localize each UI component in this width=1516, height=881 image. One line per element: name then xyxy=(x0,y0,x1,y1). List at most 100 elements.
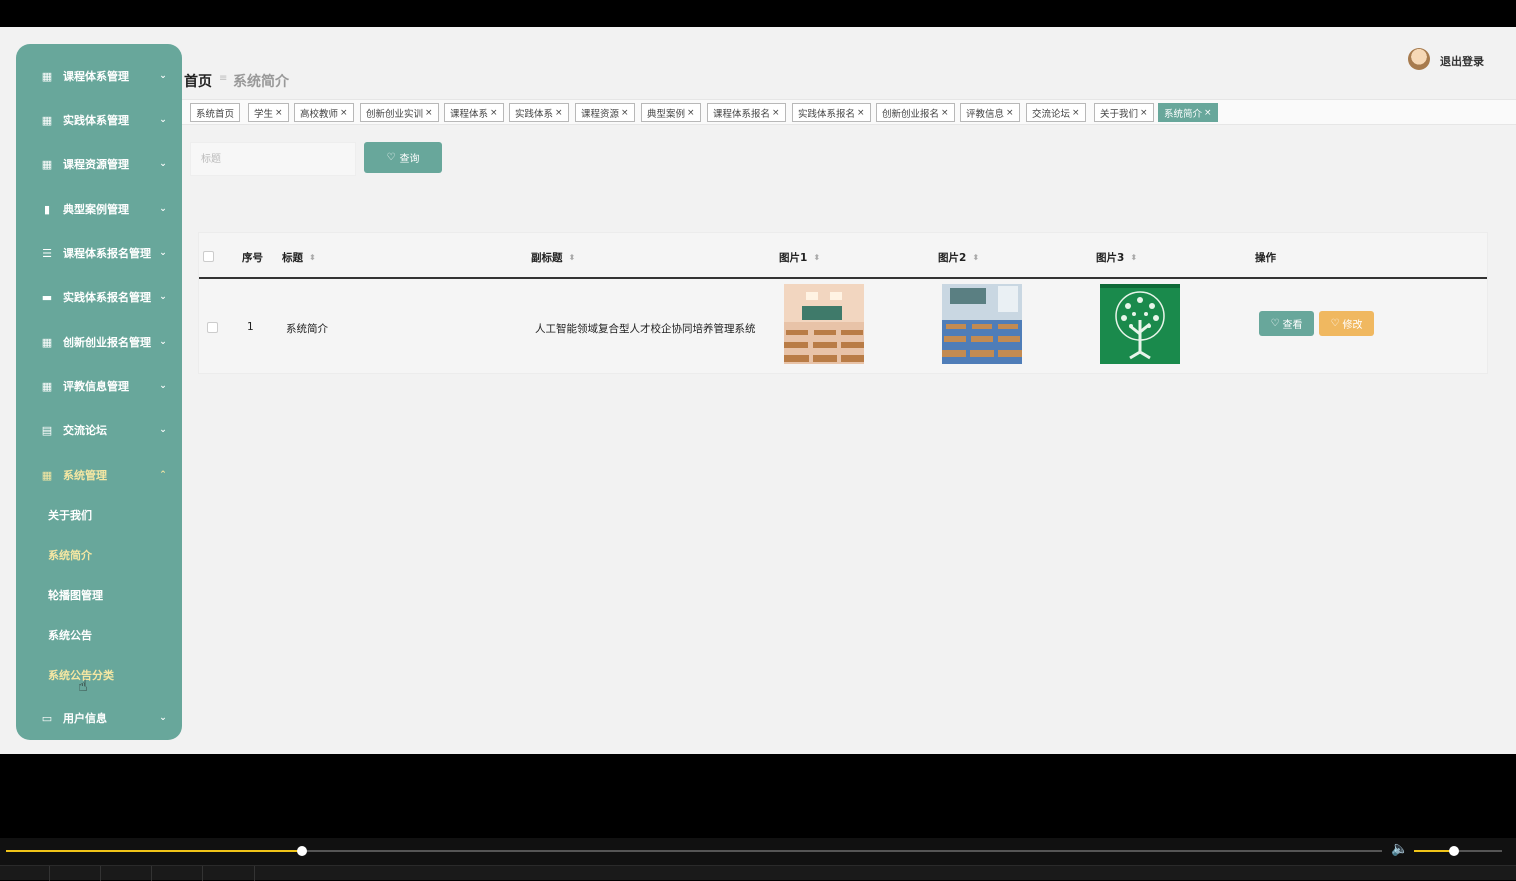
tab-label: 评教信息 xyxy=(966,108,1005,120)
chevron-down-icon: ⌄ xyxy=(159,71,167,81)
sidebar-subitem-2[interactable]: 系统简介 xyxy=(16,542,182,568)
tab-15[interactable]: 系统简介 × xyxy=(1158,103,1218,122)
view-button[interactable]: ♡ 查看 xyxy=(1259,311,1314,336)
close-icon[interactable]: × xyxy=(490,108,498,118)
breadcrumb-home[interactable]: 首页 xyxy=(184,71,212,91)
row-checkbox[interactable] xyxy=(207,322,218,333)
seek-bar[interactable] xyxy=(6,846,1382,856)
classroom-blue-image[interactable] xyxy=(942,284,1022,364)
tab-6[interactable]: 实践体系 × xyxy=(509,103,569,122)
close-icon[interactable]: × xyxy=(687,108,695,118)
avatar[interactable] xyxy=(1408,48,1430,70)
close-icon[interactable]: × xyxy=(621,108,629,118)
close-icon[interactable]: × xyxy=(941,108,949,118)
sidebar-item-label: 系统管理 xyxy=(63,469,107,482)
sidebar-item-label: 创新创业报名管理 xyxy=(63,336,151,349)
tab-12[interactable]: 评教信息 × xyxy=(960,103,1020,122)
tab-3[interactable]: 高校教师 × xyxy=(294,103,354,122)
tab-8[interactable]: 典型案例 × xyxy=(641,103,701,122)
logout-button[interactable]: 退出登录 xyxy=(1440,53,1484,69)
sidebar-item-9[interactable]: ▤ 交流论坛 ⌄ xyxy=(16,415,182,445)
sidebar-subitem-4[interactable]: 系统公告 xyxy=(16,622,182,648)
sidebar-item-4[interactable]: ▮ 典型案例管理 ⌄ xyxy=(16,194,182,224)
tab-1[interactable]: 系统首页 xyxy=(190,103,241,122)
tab-label: 实践体系 xyxy=(515,108,554,120)
sidebar-item-8[interactable]: ▦ 评教信息管理 ⌄ xyxy=(16,371,182,401)
sidebar-item-user-info[interactable]: ▭ 用户信息 ⌄ xyxy=(16,703,182,733)
tab-14[interactable]: 关于我们 × xyxy=(1094,103,1154,122)
sidebar-subitem-5[interactable]: 系统公告分类 xyxy=(16,662,182,688)
player-cell xyxy=(203,866,255,881)
sidebar-item-label: 课程资源管理 xyxy=(63,158,129,171)
sort-icon[interactable]: ⬍ xyxy=(309,253,316,262)
view-button-label: 查看 xyxy=(1282,320,1303,331)
sidebar-item-5[interactable]: ☰ 课程体系报名管理 ⌄ xyxy=(16,238,182,268)
tab-11[interactable]: 创新创业报名 × xyxy=(876,103,955,122)
tab-13[interactable]: 交流论坛 × xyxy=(1026,103,1086,122)
tab-5[interactable]: 课程体系 × xyxy=(444,103,504,122)
close-icon[interactable]: × xyxy=(1140,108,1148,118)
chevron-down-icon: ⌄ xyxy=(159,115,167,125)
sidebar-item-6[interactable]: ▬ 实践体系报名管理 ⌄ xyxy=(16,282,182,312)
sort-icon[interactable]: ⬍ xyxy=(1130,253,1137,262)
tab-2[interactable]: 学生 × xyxy=(248,103,289,122)
sort-icon[interactable]: ⬍ xyxy=(813,253,820,262)
column-header-image3[interactable]: 图片3 ⬍ xyxy=(1096,250,1137,265)
tab-4[interactable]: 创新创业实训 × xyxy=(360,103,439,122)
video-player-bar: 🔈 xyxy=(0,838,1516,881)
tab-label: 创新创业实训 xyxy=(366,108,424,120)
tree-image[interactable] xyxy=(1100,284,1180,364)
chevron-down-icon: ⌄ xyxy=(159,425,167,435)
close-icon[interactable]: × xyxy=(1204,108,1212,118)
select-all-checkbox[interactable] xyxy=(203,251,214,262)
close-icon[interactable]: × xyxy=(340,108,348,118)
tab-9[interactable]: 课程体系报名 × xyxy=(707,103,786,122)
column-header-image2[interactable]: 图片2 ⬍ xyxy=(938,250,979,265)
seek-progress xyxy=(6,850,302,852)
column-header-title[interactable]: 标题 ⬍ xyxy=(282,250,316,265)
sidebar-item-7[interactable]: ▦ 创新创业报名管理 ⌄ xyxy=(16,327,182,357)
volume-icon[interactable]: 🔈 xyxy=(1391,841,1408,857)
player-cell xyxy=(50,866,101,881)
mouse-cursor-icon: ☝ xyxy=(78,676,88,695)
search-button[interactable]: ♡ 查询 xyxy=(364,142,442,173)
close-icon[interactable]: × xyxy=(1006,108,1014,118)
column-header-actions: 操作 xyxy=(1255,252,1276,264)
tab-10[interactable]: 实践体系报名 × xyxy=(792,103,871,122)
chevron-down-icon: ⌄ xyxy=(159,381,167,391)
close-icon[interactable]: × xyxy=(555,108,563,118)
grid-icon: ▦ xyxy=(41,379,53,393)
close-icon[interactable]: × xyxy=(275,108,283,118)
sidebar-item-label: 实践体系报名管理 xyxy=(63,291,151,304)
column-header-image1[interactable]: 图片1 ⬍ xyxy=(779,250,820,265)
tab-7[interactable]: 课程资源 × xyxy=(575,103,635,122)
sidebar-item-1[interactable]: ▦ 课程体系管理 ⌄ xyxy=(16,61,182,91)
seek-handle[interactable] xyxy=(296,846,307,856)
sidebar-item-3[interactable]: ▦ 课程资源管理 ⌄ xyxy=(16,149,182,179)
sidebar-item-10[interactable]: ▦ 系统管理 ⌃ xyxy=(16,460,182,490)
classroom-image[interactable] xyxy=(784,284,864,364)
row-index: 1 xyxy=(247,321,254,333)
search-input[interactable] xyxy=(190,142,356,176)
sidebar-item-2[interactable]: ▦ 实践体系管理 ⌄ xyxy=(16,105,182,135)
column-header-subtitle[interactable]: 副标题 ⬍ xyxy=(531,250,575,265)
sort-icon[interactable]: ⬍ xyxy=(972,253,979,262)
close-icon[interactable]: × xyxy=(425,108,433,118)
edit-button[interactable]: ♡ 修改 xyxy=(1319,311,1374,336)
message-icon: ▬ xyxy=(41,290,53,304)
sidebar-item-label: 课程体系报名管理 xyxy=(63,247,151,260)
tab-label: 典型案例 xyxy=(647,108,686,120)
volume-slider[interactable] xyxy=(1414,846,1502,856)
sidebar-subitem-1[interactable]: 关于我们 xyxy=(16,502,182,528)
sort-icon[interactable]: ⬍ xyxy=(569,253,576,262)
chevron-down-icon: ⌄ xyxy=(159,713,167,723)
row-subtitle: 人工智能领域复合型人才校企协同培养管理系统 xyxy=(535,323,756,335)
sidebar-subitem-3[interactable]: 轮播图管理 xyxy=(16,582,182,608)
close-icon[interactable]: × xyxy=(857,108,865,118)
tab-label: 交流论坛 xyxy=(1032,108,1071,120)
close-icon[interactable]: × xyxy=(1072,108,1080,118)
sidebar-item-label: 用户信息 xyxy=(63,712,107,725)
close-icon[interactable]: × xyxy=(772,108,780,118)
volume-handle[interactable] xyxy=(1448,846,1459,856)
app-window: ▦ 课程体系管理 ⌄ ▦ 实践体系管理 ⌄ ▦ 课程资源管理 ⌄ ▮ 典型案例管理 ⌄ ☰ 课程体系报名管… xyxy=(0,27,1516,754)
